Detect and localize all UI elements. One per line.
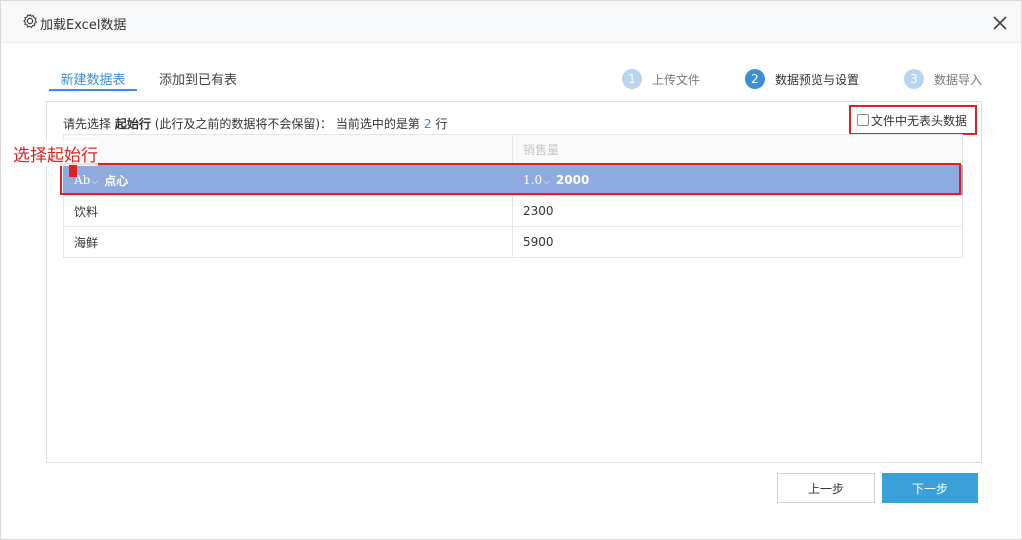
no-header-checkbox[interactable] bbox=[857, 114, 869, 126]
table-row[interactable]: 海鲜 5900 bbox=[63, 227, 963, 258]
next-step-button[interactable]: 下一步 bbox=[882, 473, 978, 503]
column-header: 销售量 bbox=[513, 135, 963, 164]
current-row-number: 2 bbox=[423, 117, 432, 131]
table-header-row: 别 销售量 bbox=[63, 134, 963, 165]
start-row-instruction: 请先选择 起始行 (此行及之前的数据将不会保留)： 当前选中的是第 2 行 bbox=[63, 115, 448, 132]
step-preview-settings: 2 数据预览与设置 bbox=[745, 68, 859, 90]
table-cell[interactable]: 1.0⌵ 2000 bbox=[513, 165, 963, 195]
close-icon[interactable] bbox=[991, 14, 1009, 32]
text-type-icon[interactable]: Ab⌵ bbox=[74, 173, 98, 187]
prev-step-button[interactable]: 上一步 bbox=[777, 473, 875, 503]
step-label: 数据预览与设置 bbox=[775, 72, 860, 87]
step-number: 2 bbox=[745, 69, 765, 89]
instruction-current-suffix: 行 bbox=[435, 117, 448, 131]
step-label: 上传文件 bbox=[652, 72, 701, 87]
no-header-option[interactable]: 文件中无表头数据 bbox=[849, 105, 977, 135]
dialog-titlebar: 加载Excel数据 bbox=[1, 1, 1021, 43]
table-cell[interactable]: 海鲜 bbox=[63, 227, 513, 257]
table-cell[interactable]: 饮料 bbox=[63, 196, 513, 226]
annotation-marker bbox=[69, 165, 77, 177]
column-header: 别 bbox=[63, 135, 513, 164]
instruction-prefix: 请先选择 bbox=[63, 117, 112, 131]
table-cell[interactable]: 2300 bbox=[513, 196, 963, 226]
gear-icon bbox=[22, 13, 38, 29]
step-number: 1 bbox=[622, 69, 642, 89]
dialog-title: 加载Excel数据 bbox=[40, 18, 127, 33]
step-upload: 1 上传文件 bbox=[622, 68, 700, 90]
table-cell[interactable]: Ab⌵ 点心 bbox=[63, 165, 513, 195]
table-row[interactable]: 饮料 2300 bbox=[63, 196, 963, 227]
instruction-note: (此行及之前的数据将不会保留)： bbox=[154, 117, 333, 131]
cell-value: 2000 bbox=[555, 173, 590, 187]
step-label: 数据导入 bbox=[934, 72, 983, 87]
tab-append-existing[interactable]: 添加到已有表 bbox=[159, 69, 237, 91]
cell-value: 点心 bbox=[104, 173, 129, 188]
table-cell[interactable]: 5900 bbox=[513, 227, 963, 257]
excel-import-dialog: 加载Excel数据 新建数据表 添加到已有表 1 上传文件 2 数据预览与设置 … bbox=[0, 0, 1022, 540]
tab-new-table[interactable]: 新建数据表 bbox=[49, 69, 137, 91]
step-number: 3 bbox=[904, 69, 924, 89]
table-row-selected[interactable]: Ab⌵ 点心 1.0⌵ 2000 bbox=[63, 165, 963, 196]
annotation-label: 选择起始行 bbox=[13, 141, 98, 166]
no-header-label[interactable]: 文件中无表头数据 bbox=[871, 112, 967, 129]
instruction-keyword: 起始行 bbox=[114, 117, 151, 131]
step-import: 3 数据导入 bbox=[904, 68, 982, 90]
instruction-current-prefix: 当前选中的是第 bbox=[335, 117, 420, 131]
number-type-icon[interactable]: 1.0⌵ bbox=[523, 173, 550, 187]
